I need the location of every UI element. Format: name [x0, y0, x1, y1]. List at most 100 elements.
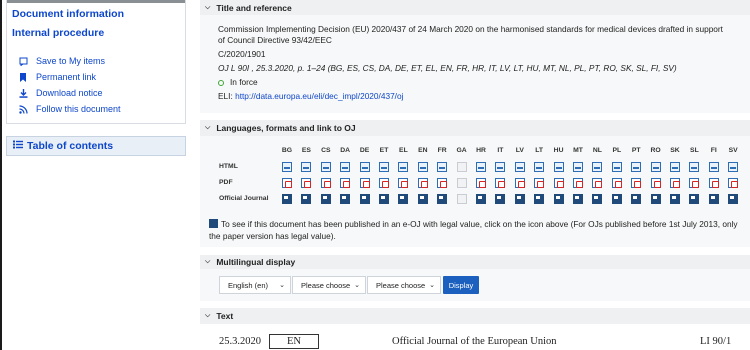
- pdf-hu-icon[interactable]: [553, 178, 564, 188]
- text-header[interactable]: ⌵ Text: [200, 308, 750, 324]
- html-hu-icon[interactable]: [553, 162, 564, 172]
- language-select-1[interactable]: English (en) ⌄: [219, 276, 291, 294]
- multilingual-header[interactable]: ⌵ Multilingual display: [200, 255, 750, 269]
- pdf-sv-icon[interactable]: [728, 178, 739, 188]
- oj-cs-icon[interactable]: [320, 194, 331, 204]
- title-reference-header[interactable]: ⌵ Title and reference: [200, 0, 750, 15]
- html-es-icon[interactable]: [301, 162, 312, 172]
- html-ro-icon[interactable]: [650, 162, 661, 172]
- sidebar-link-internal-procedure[interactable]: Internal procedure: [12, 27, 104, 39]
- oj-bg-icon[interactable]: [282, 194, 292, 204]
- oj-ro-icon[interactable]: [650, 194, 661, 204]
- oj-fi-icon[interactable]: [708, 194, 719, 204]
- oj-pt-icon[interactable]: [631, 194, 642, 204]
- oj-sl-icon[interactable]: [689, 194, 700, 204]
- html-sl-icon[interactable]: [689, 162, 700, 172]
- oj-da-icon[interactable]: [340, 194, 351, 204]
- oj-et-icon[interactable]: [379, 194, 389, 204]
- language-select-3[interactable]: Please choose ⌄: [367, 276, 441, 294]
- pdf-en-icon[interactable]: [417, 178, 428, 188]
- multilingual-heading: Multilingual display: [216, 257, 296, 267]
- pdf-fi-icon[interactable]: [708, 178, 719, 188]
- oj-en-icon[interactable]: [417, 194, 428, 204]
- html-da-icon[interactable]: [340, 162, 351, 172]
- chevron-down-icon: ⌄: [354, 282, 360, 289]
- oj-sk-icon[interactable]: [670, 194, 680, 204]
- oj-it-icon[interactable]: [495, 194, 506, 204]
- pdf-lt-icon[interactable]: [534, 178, 545, 188]
- pdf-pl-icon[interactable]: [611, 178, 622, 188]
- table-of-contents-toggle[interactable]: Table of contents: [6, 136, 186, 156]
- oj-el-icon[interactable]: [398, 194, 409, 204]
- pdf-it-icon[interactable]: [495, 178, 506, 188]
- list-icon: [13, 140, 23, 152]
- pdf-ro-icon[interactable]: [650, 178, 661, 188]
- html-sv-icon[interactable]: [728, 162, 739, 172]
- html-hr-icon[interactable]: [476, 162, 486, 172]
- oj-es-icon[interactable]: [301, 194, 312, 204]
- permanent-link[interactable]: Permanent link: [18, 72, 96, 82]
- pdf-bg-icon[interactable]: [282, 178, 292, 188]
- chevron-down-icon: ⌵: [205, 312, 211, 319]
- oj-lv-icon[interactable]: [514, 194, 525, 204]
- language-header-da: DA: [340, 147, 351, 154]
- status-text: In force: [230, 77, 258, 87]
- pdf-el-icon[interactable]: [398, 178, 409, 188]
- display-button[interactable]: Display: [443, 276, 479, 294]
- pdf-de-icon[interactable]: [359, 178, 370, 188]
- html-bg-icon[interactable]: [282, 162, 292, 172]
- html-nl-icon[interactable]: [592, 162, 603, 172]
- oj-mt-icon[interactable]: [573, 194, 583, 204]
- pdf-nl-icon[interactable]: [592, 178, 603, 188]
- pdf-es-icon[interactable]: [301, 178, 312, 188]
- oj-hu-icon[interactable]: [553, 194, 564, 204]
- html-sk-icon[interactable]: [670, 162, 680, 172]
- html-et-icon[interactable]: [379, 162, 389, 172]
- html-en-icon[interactable]: [417, 162, 428, 172]
- oj-pl-icon[interactable]: [611, 194, 622, 204]
- language-header-sk: SK: [670, 147, 680, 154]
- language-header-hr: HR: [476, 147, 486, 154]
- languages-header[interactable]: ⌵ Languages, formats and link to OJ: [200, 120, 750, 136]
- pdf-sk-icon[interactable]: [670, 178, 680, 188]
- pdf-da-icon[interactable]: [340, 178, 351, 188]
- language-select-2[interactable]: Please choose ⌄: [292, 276, 366, 294]
- html-lt-icon[interactable]: [534, 162, 545, 172]
- sidebar-link-document-information[interactable]: Document information: [12, 8, 124, 20]
- pdf-sl-icon[interactable]: [689, 178, 700, 188]
- pdf-fr-icon[interactable]: [437, 178, 448, 188]
- download-notice-label: Download notice: [36, 88, 103, 98]
- pdf-pt-icon[interactable]: [631, 178, 642, 188]
- chevron-down-icon: ⌵: [205, 3, 211, 11]
- language-header-it: IT: [497, 147, 504, 154]
- html-fr-icon[interactable]: [437, 162, 448, 172]
- pdf-hr-icon[interactable]: [476, 178, 486, 188]
- chevron-down-icon: ⌵: [205, 124, 211, 131]
- oj-sv-icon[interactable]: [728, 194, 739, 204]
- html-de-icon[interactable]: [359, 162, 370, 172]
- oj-fr-icon[interactable]: [437, 194, 448, 204]
- pdf-et-icon[interactable]: [379, 178, 389, 188]
- oj-de-icon[interactable]: [359, 194, 370, 204]
- html-lv-icon[interactable]: [514, 162, 525, 172]
- html-cs-icon[interactable]: [320, 162, 331, 172]
- oj-hr-icon[interactable]: [476, 194, 486, 204]
- eli-link[interactable]: http://data.europa.eu/eli/dec_impl/2020/…: [235, 91, 403, 101]
- oj-lt-icon[interactable]: [534, 194, 545, 204]
- html-it-icon[interactable]: [495, 162, 506, 172]
- follow-document-link[interactable]: Follow this document: [18, 104, 121, 114]
- html-pl-icon[interactable]: [611, 162, 622, 172]
- download-notice-link[interactable]: Download notice: [18, 88, 103, 98]
- pdf-lv-icon[interactable]: [514, 178, 525, 188]
- row-label-pdf: PDF: [219, 179, 233, 186]
- html-fi-icon[interactable]: [708, 162, 719, 172]
- html-pt-icon[interactable]: [631, 162, 642, 172]
- pdf-mt-icon[interactable]: [573, 178, 583, 188]
- download-icon: [18, 88, 28, 98]
- html-mt-icon[interactable]: [573, 162, 583, 172]
- html-el-icon[interactable]: [398, 162, 409, 172]
- oj-nl-icon[interactable]: [592, 194, 603, 204]
- e-oj-note-text: To see if this document has been publish…: [209, 219, 738, 241]
- save-to-my-items-link[interactable]: Save to My items: [18, 56, 105, 66]
- pdf-cs-icon[interactable]: [320, 178, 331, 188]
